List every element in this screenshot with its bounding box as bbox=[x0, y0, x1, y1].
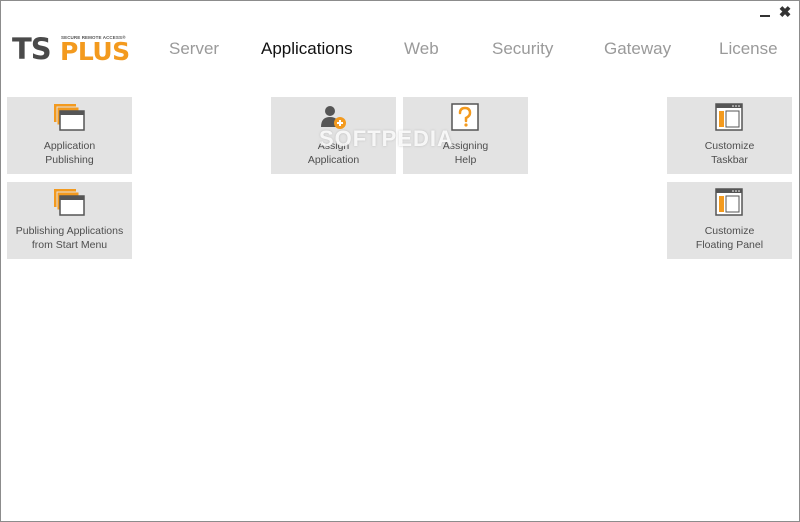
tile-assigning-help[interactable]: Assigning Help bbox=[403, 97, 528, 174]
tile-label-line1: Publishing Applications bbox=[15, 225, 124, 237]
user-add-icon bbox=[321, 106, 346, 129]
tile-label-line1: Assigning bbox=[442, 140, 489, 152]
tile-publishing-start-menu[interactable]: Publishing Applications from Start Menu bbox=[7, 182, 132, 259]
tile-label-line2: from Start Menu bbox=[31, 239, 108, 251]
tile-assign-application[interactable]: Assign Application bbox=[271, 97, 396, 174]
minimize-button[interactable] bbox=[757, 5, 773, 21]
tab-license[interactable]: License bbox=[719, 39, 778, 59]
tsplus-logo: TS SECURE REMOTE ACCESS® PLUS bbox=[12, 32, 134, 66]
close-icon: ✖ bbox=[778, 4, 792, 21]
tile-application-publishing[interactable]: Application Publishing bbox=[7, 97, 132, 174]
tile-label-line2: Application bbox=[307, 154, 360, 166]
tile-label-line2: Floating Panel bbox=[695, 239, 764, 251]
tile-label: Application Publishing bbox=[7, 139, 132, 167]
tile-label: Publishing Applications from Start Menu bbox=[7, 224, 132, 252]
minimize-icon bbox=[760, 15, 770, 17]
tile-label-line2: Taskbar bbox=[711, 154, 748, 166]
windows-stack-icon bbox=[54, 189, 85, 216]
tile-label-line1: Application bbox=[43, 140, 96, 152]
tile-label-line1: Assign bbox=[317, 140, 350, 152]
tile-label: Assigning Help bbox=[403, 139, 528, 167]
close-button[interactable]: ✖ bbox=[777, 5, 793, 21]
logo-ts: TS bbox=[12, 32, 52, 66]
tab-applications[interactable]: Applications bbox=[261, 39, 353, 59]
app-window: ✖ TS SECURE REMOTE ACCESS® PLUS Server A… bbox=[0, 0, 800, 522]
tab-security[interactable]: Security bbox=[492, 39, 553, 59]
logo-plus: PLUS bbox=[60, 37, 130, 66]
help-icon bbox=[451, 103, 479, 131]
tile-label: Customize Floating Panel bbox=[667, 224, 792, 252]
windows-stack-icon bbox=[54, 104, 85, 131]
tile-customize-floating-panel[interactable]: Customize Floating Panel bbox=[667, 182, 792, 259]
tile-label-line1: Customize bbox=[704, 140, 755, 152]
tile-customize-taskbar[interactable]: Customize Taskbar bbox=[667, 97, 792, 174]
tab-server[interactable]: Server bbox=[169, 39, 219, 59]
tile-label: Customize Taskbar bbox=[667, 139, 792, 167]
tile-label-line2: Help bbox=[454, 154, 477, 166]
taskbar-icon bbox=[715, 103, 743, 131]
tile-label: Assign Application bbox=[271, 139, 396, 167]
floating-panel-icon bbox=[715, 188, 743, 216]
tab-gateway[interactable]: Gateway bbox=[604, 39, 671, 59]
tab-web[interactable]: Web bbox=[404, 39, 439, 59]
tile-label-line1: Customize bbox=[704, 225, 755, 237]
tile-label-line2: Publishing bbox=[45, 154, 94, 166]
